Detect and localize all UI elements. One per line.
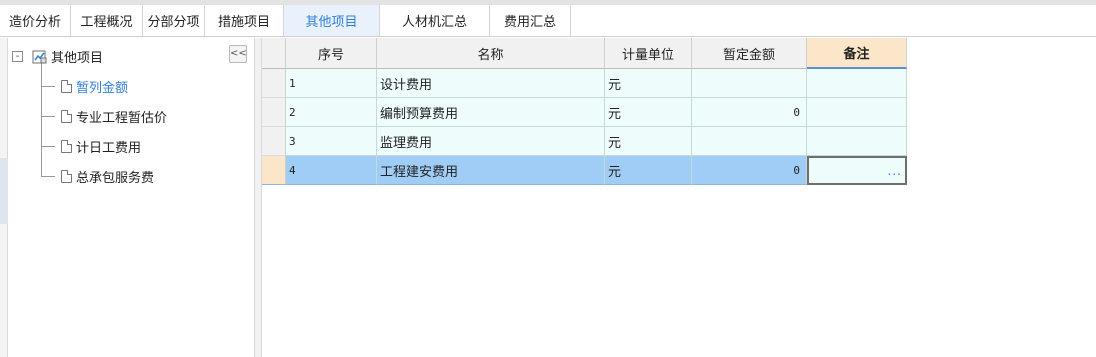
tab-bar: 造价分析 工程概况 分部分项 措施项目 其他项目 人材机汇总 费用汇总 (0, 5, 1096, 37)
cell-amount[interactable]: 0 (692, 156, 807, 185)
table-row[interactable]: 3 监理费用 元 (262, 127, 907, 156)
tab-other-items[interactable]: 其他项目 (284, 5, 380, 36)
folder-edit-icon (32, 50, 47, 63)
header-corner (262, 38, 286, 69)
cell-unit[interactable]: 元 (605, 127, 692, 156)
cell-name[interactable]: 设计费用 (377, 69, 605, 98)
document-icon (61, 169, 72, 183)
panel-splitter[interactable] (254, 38, 262, 357)
column-header-seq[interactable]: 序号 (286, 38, 377, 69)
tree-root-label: 其他项目 (51, 50, 104, 66)
cell-remark-ellipsis-button[interactable]: ... (807, 156, 907, 185)
column-header-unit[interactable]: 计量单位 (605, 38, 692, 69)
table-row[interactable]: 2 编制预算费用 元 0 (262, 98, 907, 127)
tree-item-provisional-sum[interactable]: 暂列金额 (61, 75, 128, 97)
column-header-name[interactable]: 名称 (377, 38, 605, 69)
cell-remark[interactable] (807, 98, 907, 127)
cell-remark[interactable] (807, 127, 907, 156)
tree-connector (41, 116, 55, 117)
row-header[interactable] (262, 156, 286, 185)
tab-measure-items[interactable]: 措施项目 (205, 5, 284, 36)
tree-root-other-items[interactable]: - 其他项目 (12, 45, 103, 67)
column-header-remark[interactable]: 备注 (807, 38, 907, 69)
tree-item-professional-estimate[interactable]: 专业工程暂估价 (61, 105, 167, 127)
tree-item-label: 计日工费用 (76, 140, 142, 156)
tree-connector (41, 146, 55, 147)
cell-unit[interactable]: 元 (605, 69, 692, 98)
tab-fee-summary[interactable]: 费用汇总 (490, 5, 571, 36)
cell-seq[interactable]: 3 (286, 127, 377, 156)
tab-project-overview[interactable]: 工程概况 (71, 5, 143, 36)
table-row[interactable]: 1 设计费用 元 (262, 69, 907, 98)
cell-name[interactable]: 监理费用 (377, 127, 605, 156)
left-edge-panel (0, 38, 8, 357)
document-icon (61, 109, 72, 123)
tree-item-label: 总承包服务费 (76, 170, 155, 186)
tab-sub-items[interactable]: 分部分项 (143, 5, 205, 36)
row-header[interactable] (262, 98, 286, 127)
cell-amount[interactable]: 0 (692, 98, 807, 127)
tab-cost-analysis[interactable]: 造价分析 (0, 5, 71, 36)
tree-connector (41, 176, 55, 177)
cell-name[interactable]: 工程建安费用 (377, 156, 605, 185)
table-row-selected[interactable]: 4 工程建安费用 元 0 ... (262, 156, 907, 185)
tree-item-daywork-fees[interactable]: 计日工费用 (61, 135, 141, 157)
cell-remark[interactable] (807, 69, 907, 98)
tree-panel: << - 其他项目 暂列金额 专业工程暂估价 计日工费用 总承包服务费 (8, 38, 254, 357)
table-header: 序号 名称 计量单位 暂定金额 备注 (262, 38, 907, 69)
tree-item-label: 专业工程暂估价 (76, 110, 168, 126)
document-icon (61, 139, 72, 153)
cell-amount[interactable] (692, 127, 807, 156)
row-header[interactable] (262, 69, 286, 98)
tree-item-label: 暂列金额 (76, 80, 129, 96)
cell-unit[interactable]: 元 (605, 98, 692, 127)
cell-seq[interactable]: 1 (286, 69, 377, 98)
cell-seq[interactable]: 2 (286, 98, 377, 127)
document-icon (61, 79, 72, 93)
tree-item-general-contract-service-fee[interactable]: 总承包服务费 (61, 165, 154, 187)
collapse-tree-icon[interactable]: - (12, 50, 23, 62)
cell-seq[interactable]: 4 (286, 156, 377, 185)
column-header-amount[interactable]: 暂定金额 (692, 38, 807, 69)
collapse-panel-button[interactable]: << (229, 45, 247, 63)
tab-labor-material-summary[interactable]: 人材机汇总 (380, 5, 490, 36)
cell-unit[interactable]: 元 (605, 156, 692, 185)
tree-connector (41, 86, 55, 87)
cell-amount[interactable] (692, 69, 807, 98)
tree-connector (41, 62, 42, 176)
left-edge-marker (0, 158, 8, 224)
cell-name[interactable]: 编制预算费用 (377, 98, 605, 127)
row-header[interactable] (262, 127, 286, 156)
